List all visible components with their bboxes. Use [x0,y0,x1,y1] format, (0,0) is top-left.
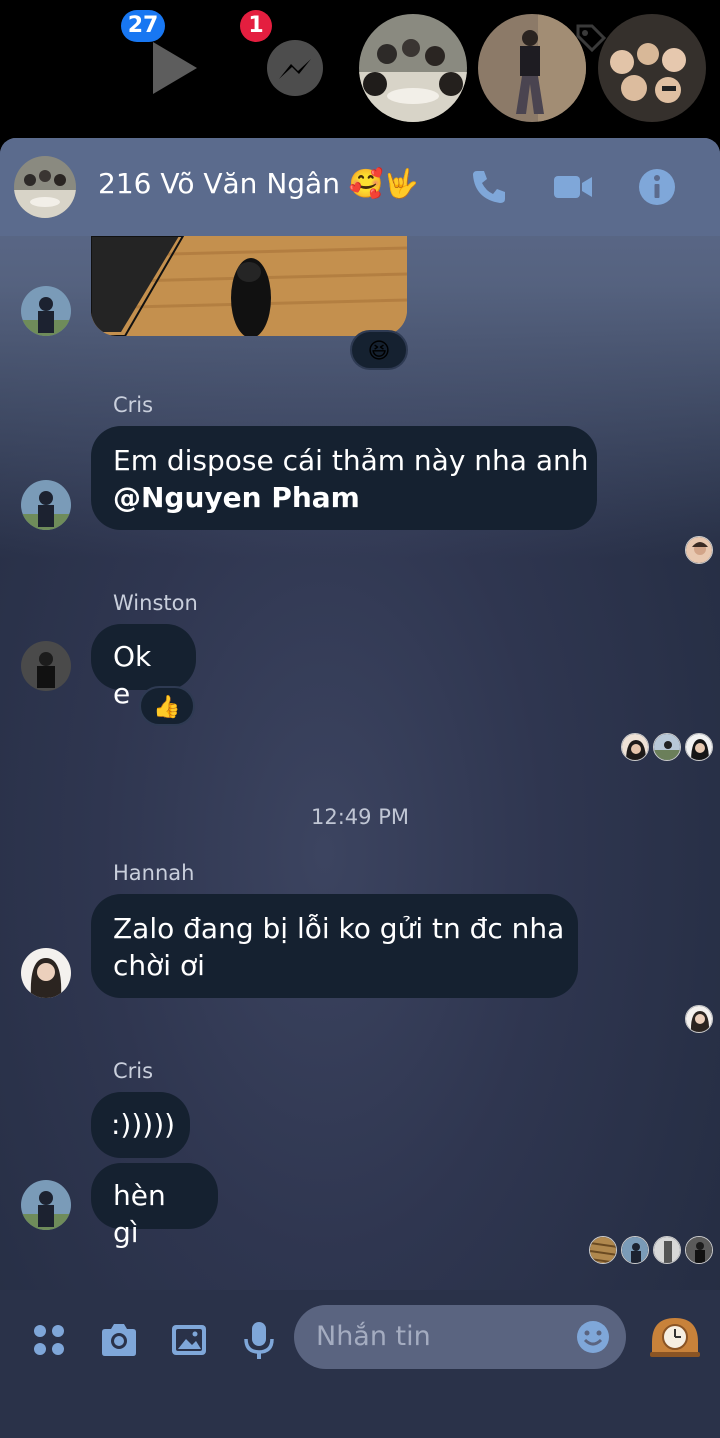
message-bubble[interactable]: Em dispose cái thảm này nha anh @Nguyen … [91,426,597,530]
message-text: hèn gì [113,1179,166,1249]
message-text: Zalo đang bị lỗi ko gửi tn đc nha [113,912,565,945]
mention-link[interactable]: @Nguyen Pham [113,481,360,514]
shared-photo[interactable] [91,236,407,336]
message-bubble[interactable]: hèn gì [91,1163,218,1249]
camera-icon[interactable] [98,1319,140,1361]
apps-icon[interactable] [28,1319,70,1361]
seen-avatar [653,1236,681,1264]
message-bubble[interactable]: Zalo đang bị lỗi ko gửi tn đc nha chời ơ… [91,894,578,998]
message-bubble[interactable]: Ok e [91,624,196,710]
phone-icon[interactable] [467,165,511,209]
emoji-icon[interactable] [574,1318,612,1356]
seen-avatar [685,1005,713,1033]
message-text: Em dispose cái thảm này nha anh [113,444,589,477]
message-bubble[interactable]: :))))) [91,1092,190,1158]
seen-avatar [685,733,713,761]
microphone-icon[interactable] [238,1319,280,1361]
video-call-icon[interactable] [551,165,595,209]
reaction-thumbs-up[interactable]: 👍 [139,686,195,726]
chat-head-friends-avatar[interactable] [598,14,706,122]
info-icon[interactable] [635,165,679,209]
messenger-button[interactable] [255,30,335,110]
group-avatar[interactable] [14,156,76,218]
cris-avatar[interactable] [21,480,71,530]
chat-head-group-avatar[interactable] [359,14,467,122]
hannah-avatar[interactable] [21,948,71,998]
message-text: :))))) [111,1108,176,1141]
chat-heads-bar: 27 1 [0,0,720,138]
sender-name: Cris [113,1059,154,1083]
seen-avatar [589,1236,617,1264]
gallery-icon[interactable] [168,1319,210,1361]
winston-avatar[interactable] [21,641,71,691]
conversation-title[interactable]: 216 Võ Văn Ngân 🥰🤟 [98,167,419,200]
sender-name: Cris [113,393,154,417]
sender-name: Winston [113,591,198,615]
reaction-laugh[interactable]: 😆 [350,330,408,370]
conversation-header: 216 Võ Văn Ngân 🥰🤟 [0,138,720,236]
chat-head-person-avatar[interactable] [478,14,586,122]
timestamp: 12:49 PM [311,805,409,829]
sender-name: Hannah [113,861,195,885]
seen-avatar [685,1236,713,1264]
seen-avatar [685,536,713,564]
message-text: chời ơi [113,949,205,982]
seen-avatar [653,733,681,761]
messenger-icon [267,40,323,96]
chat-panel: 😆 Cris Em dispose cái thảm này nha anh @… [0,138,720,1438]
seen-avatar [621,1236,649,1264]
video-badge: 27 [121,10,165,42]
cris-avatar[interactable] [21,286,71,336]
tag-icon [576,24,607,53]
cris-avatar[interactable] [21,1180,71,1230]
seen-avatar [621,733,649,761]
message-input-placeholder: Nhắn tin [316,1321,431,1352]
mantel-clock-icon[interactable] [648,1312,702,1358]
messenger-badge: 1 [240,10,272,42]
